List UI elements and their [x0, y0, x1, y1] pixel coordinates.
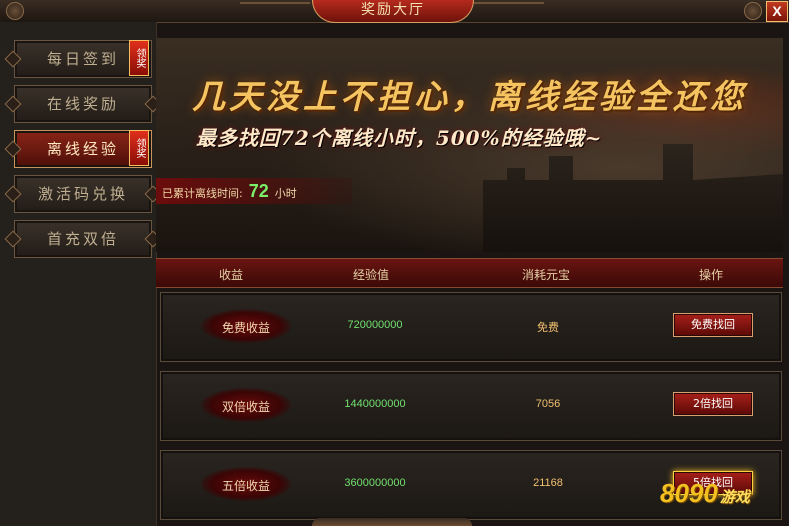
sidebar-item-activation-code[interactable]: 激活码兑换 — [4, 175, 162, 213]
window-titlebar: 奖励大厅 X — [0, 0, 789, 23]
offline-exp-banner: 几天没上不担心，离线经验全还您 最多找回72个离线小时，500%的经验哦~ 已累… — [156, 38, 783, 252]
table-row: 免费收益 720000000 免费 免费找回 — [160, 292, 782, 362]
sidebar-item-label: 首充双倍 — [46, 230, 119, 248]
corner-ornament-icon — [744, 2, 762, 20]
exp-value: 1440000000 — [344, 398, 406, 410]
header-action: 操作 — [698, 268, 723, 282]
double-retrieve-button[interactable]: 2倍找回 — [673, 392, 753, 416]
site-watermark-logo: 8090 游戏 — [660, 478, 784, 522]
ornament-icon — [4, 185, 22, 203]
window-title: 奖励大厅 — [312, 0, 474, 23]
close-button[interactable]: X — [766, 1, 788, 22]
banner-headline: 几天没上不担心，离线经验全还您 — [192, 77, 747, 116]
exp-value: 720000000 — [347, 319, 403, 331]
sidebar: 每日签到 领奖 在线奖励 离线经验 领奖 激活码兑换 首充双倍 — [0, 22, 162, 526]
table-row: 双倍收益 1440000000 7056 2倍找回 — [160, 371, 782, 441]
reward-label: 双倍收益 — [221, 400, 270, 414]
ornament-icon — [4, 140, 22, 158]
claim-badge: 领奖 — [129, 130, 149, 166]
corner-ornament-icon — [6, 2, 24, 20]
sidebar-item-online-reward[interactable]: 在线奖励 — [4, 85, 162, 123]
free-retrieve-button[interactable]: 免费找回 — [673, 313, 753, 337]
sidebar-item-label: 每日签到 — [46, 50, 119, 68]
cost-value: 免费 — [537, 322, 559, 334]
reward-table-header: 收益 经验值 消耗元宝 操作 — [156, 258, 783, 288]
sidebar-item-label: 在线奖励 — [46, 95, 119, 113]
banner-subline: 最多找回72个离线小时，500%的经验哦~ — [196, 126, 603, 150]
offline-time-label: 已累计离线时间: — [162, 187, 243, 200]
header-exp: 经验值 — [352, 268, 389, 282]
sidebar-item-label: 激活码兑换 — [37, 185, 128, 203]
offline-hours-unit: 小时 — [274, 187, 297, 200]
watermark-suffix: 游戏 — [719, 489, 750, 506]
sidebar-item-offline-exp[interactable]: 离线经验 领奖 — [4, 130, 152, 168]
offline-hours-value: 72 — [248, 181, 269, 201]
cost-value: 7056 — [535, 398, 561, 410]
offline-time-bar: 已累计离线时间: 72 小时 — [156, 178, 352, 204]
sidebar-item-label: 离线经验 — [46, 140, 119, 158]
title-ornament-left — [240, 2, 310, 18]
ornament-icon — [4, 95, 22, 113]
claim-badge: 领奖 — [129, 40, 149, 76]
bottom-ornament — [312, 518, 472, 526]
cost-value: 21168 — [533, 477, 563, 489]
header-cost: 消耗元宝 — [521, 268, 570, 282]
reward-label: 免费收益 — [221, 321, 270, 335]
ornament-icon — [4, 50, 22, 68]
title-ornament-right — [474, 2, 544, 18]
exp-value: 3600000000 — [344, 477, 406, 489]
sidebar-item-first-recharge[interactable]: 首充双倍 — [4, 220, 162, 258]
header-reward: 收益 — [218, 268, 243, 282]
reward-label: 五倍收益 — [221, 479, 270, 493]
sidebar-item-daily-signin[interactable]: 每日签到 领奖 — [4, 40, 152, 78]
ornament-icon — [4, 230, 22, 248]
watermark-text: 8090 — [660, 478, 718, 508]
